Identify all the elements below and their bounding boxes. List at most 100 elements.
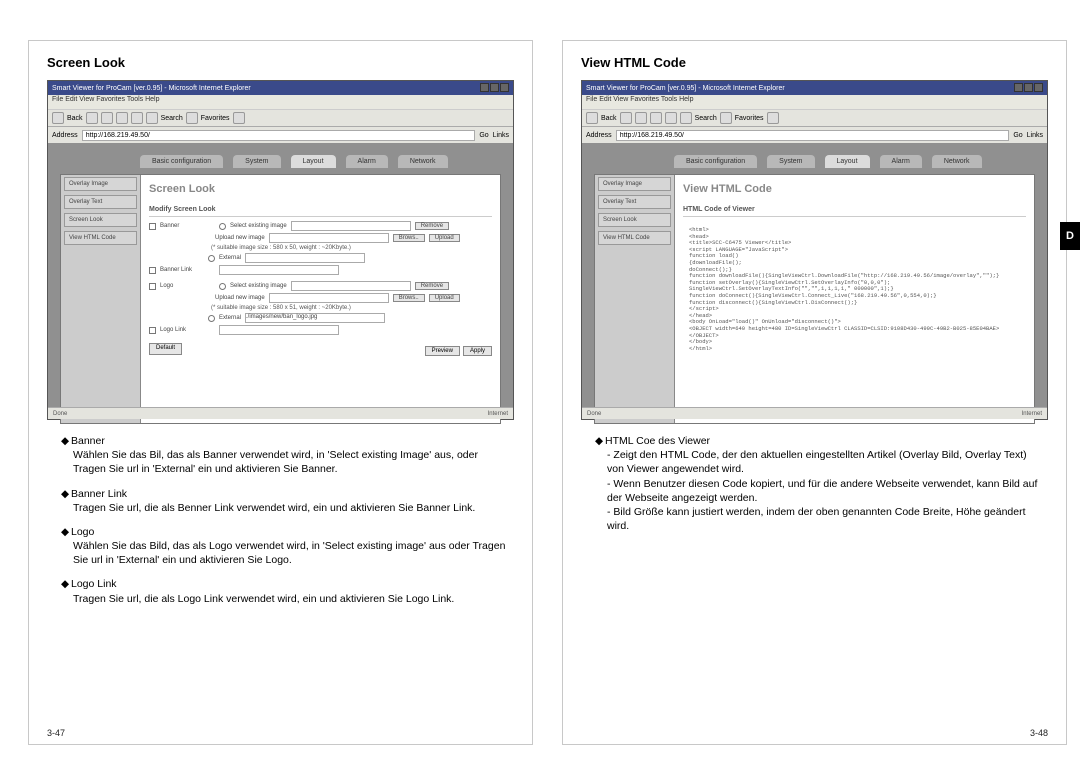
desc-body-2: Wählen Sie das Bild, das als Logo verwen… <box>73 539 510 567</box>
window-titlebar-r: Smart Viewer for ProCam [ver.0.95] - Mic… <box>582 81 1047 95</box>
tab-basic-r[interactable]: Basic configuration <box>674 155 757 168</box>
window-titlebar: Smart Viewer for ProCam [ver.0.95] - Mic… <box>48 81 513 95</box>
home-icon-r[interactable] <box>665 112 677 124</box>
tab-network[interactable]: Network <box>398 155 448 168</box>
banner-external-field[interactable] <box>245 253 365 263</box>
panel-main: Screen Look Modify Screen Look Banner Se… <box>141 175 500 423</box>
banner-existing-radio[interactable] <box>219 223 226 230</box>
banner-external-radio[interactable] <box>208 255 215 262</box>
sidenav-overlay-text-r[interactable]: Overlay Text <box>598 195 671 209</box>
banner-existing-field[interactable] <box>291 221 411 231</box>
forward-icon-r[interactable] <box>620 112 632 124</box>
desc-term-2: Logo <box>71 526 94 538</box>
sidenav-screen-look[interactable]: Screen Look <box>64 213 137 227</box>
tab-basic[interactable]: Basic configuration <box>140 155 223 168</box>
toolbar-r[interactable]: Back Search Favorites <box>582 109 1047 127</box>
page-left: Screen Look Smart Viewer for ProCam [ver… <box>28 40 533 745</box>
panel-subhead: Modify Screen Look <box>149 203 492 217</box>
sidenav-overlay-text[interactable]: Overlay Text <box>64 195 137 209</box>
bannerlink-field[interactable] <box>219 265 339 275</box>
banner-upload-button[interactable]: Upload <box>429 234 460 242</box>
status-internet: Internet <box>488 411 508 417</box>
logolink-field[interactable] <box>219 325 339 335</box>
stop-icon[interactable] <box>101 112 113 124</box>
window-buttons-r[interactable] <box>1013 83 1043 94</box>
status-done: Done <box>53 411 67 417</box>
window-title: Smart Viewer for ProCam [ver.0.95] - Mic… <box>52 85 251 92</box>
links-label-r: Links <box>1027 132 1043 139</box>
logo-brows-button[interactable]: Brows.. <box>393 294 425 302</box>
dash-2: - Bild Größe kann justiert werden, indem… <box>607 505 1044 533</box>
back-icon[interactable] <box>52 112 64 124</box>
default-button[interactable]: Default <box>149 343 182 355</box>
sidenav-screen-look-r[interactable]: Screen Look <box>598 213 671 227</box>
logo-checkbox[interactable] <box>149 283 156 290</box>
config-panel-r: Overlay Image Overlay Text Screen Look V… <box>594 174 1035 424</box>
go-button-r[interactable]: Go <box>1013 132 1022 139</box>
screenshot-screen-look: Smart Viewer for ProCam [ver.0.95] - Mic… <box>47 80 514 420</box>
tab-alarm[interactable]: Alarm <box>346 155 388 168</box>
menubar[interactable]: File Edit View Favorites Tools Help <box>48 95 513 109</box>
tab-network-r[interactable]: Network <box>932 155 982 168</box>
page-number-right: 3-48 <box>1030 728 1048 738</box>
select-existing-label: Select existing image <box>230 223 287 229</box>
favorites-icon-r[interactable] <box>720 112 732 124</box>
sidenav-view-html-r[interactable]: View HTML Code <box>598 231 671 245</box>
links-label: Links <box>493 132 509 139</box>
tab-alarm-r[interactable]: Alarm <box>880 155 922 168</box>
logolink-checkbox[interactable] <box>149 327 156 334</box>
banner-hint: (* suitable image size : 580 x 50, weigh… <box>211 245 492 251</box>
sidenav-overlay-image[interactable]: Overlay Image <box>64 177 137 191</box>
page-number-left: 3-47 <box>47 728 65 738</box>
external-label: External <box>219 255 241 261</box>
back-icon-r[interactable] <box>586 112 598 124</box>
banner-brows-button[interactable]: Brows.. <box>393 234 425 242</box>
top-tabs-r: Basic configuration System Layout Alarm … <box>674 155 1035 168</box>
search-icon[interactable] <box>146 112 158 124</box>
logo-external-radio[interactable] <box>208 315 215 322</box>
sidenav-view-html[interactable]: View HTML Code <box>64 231 137 245</box>
preview-button[interactable]: Preview <box>425 346 460 356</box>
banner-upload-field[interactable] <box>269 233 389 243</box>
upload-new-label: Upload new image <box>215 235 265 241</box>
refresh-icon-r[interactable] <box>650 112 662 124</box>
tab-layout[interactable]: Layout <box>291 155 336 168</box>
tab-system-r[interactable]: System <box>767 155 814 168</box>
address-bar: Address Go Links <box>48 127 513 143</box>
logo-existing-field[interactable] <box>291 281 411 291</box>
apply-button[interactable]: Apply <box>463 346 492 356</box>
side-nav: Overlay Image Overlay Text Screen Look V… <box>61 175 141 423</box>
logo-remove-button[interactable]: Remove <box>415 282 449 290</box>
logo-external-field[interactable]: ./images/new/ban_logo.jpg <box>245 313 385 323</box>
logo-upload-field[interactable] <box>269 293 389 303</box>
media-icon-r[interactable] <box>767 112 779 124</box>
favorites-icon[interactable] <box>186 112 198 124</box>
forward-icon[interactable] <box>86 112 98 124</box>
window-buttons[interactable] <box>479 83 509 94</box>
menubar-r[interactable]: File Edit View Favorites Tools Help <box>582 95 1047 109</box>
address-input[interactable] <box>82 130 476 141</box>
stop-icon-r[interactable] <box>635 112 647 124</box>
description-list-right: ◆HTML Coe des Viewer - Zeigt den HTML Co… <box>581 434 1048 533</box>
logo-upload-button[interactable]: Upload <box>429 294 460 302</box>
address-input-r[interactable] <box>616 130 1010 141</box>
logo-external-label: External <box>219 315 241 321</box>
toolbar[interactable]: Back Search Favorites <box>48 109 513 127</box>
banner-remove-button[interactable]: Remove <box>415 222 449 230</box>
go-button[interactable]: Go <box>479 132 488 139</box>
panel-title: Screen Look <box>149 183 492 195</box>
toolbar-back-label: Back <box>67 115 83 122</box>
media-icon[interactable] <box>233 112 245 124</box>
bannerlink-checkbox[interactable] <box>149 267 156 274</box>
sidenav-overlay-image-r[interactable]: Overlay Image <box>598 177 671 191</box>
desc-term-0: Banner <box>71 435 105 447</box>
html-code-box[interactable]: <html> <head> <title>SCC-C6475 Viewer</t… <box>683 221 1026 358</box>
tab-layout-r[interactable]: Layout <box>825 155 870 168</box>
home-icon[interactable] <box>131 112 143 124</box>
refresh-icon[interactable] <box>116 112 128 124</box>
logo-existing-radio[interactable] <box>219 283 226 290</box>
tab-system[interactable]: System <box>233 155 280 168</box>
side-nav-r: Overlay Image Overlay Text Screen Look V… <box>595 175 675 423</box>
banner-checkbox[interactable] <box>149 223 156 230</box>
search-icon-r[interactable] <box>680 112 692 124</box>
